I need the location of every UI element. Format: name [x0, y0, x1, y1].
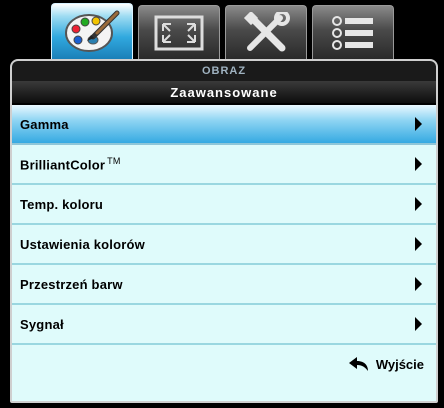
tab-display[interactable]: [138, 5, 220, 59]
tab-options[interactable]: [312, 5, 394, 59]
tab-bar: [51, 3, 394, 59]
section-title: OBRAZ: [12, 61, 436, 81]
trademark-superscript: TM: [107, 155, 121, 166]
menu-item-label: BrilliantColor TM: [20, 155, 121, 173]
page-title: Zaawansowane: [12, 81, 436, 105]
return-arrow-icon: [348, 357, 368, 371]
palette-icon: [65, 10, 120, 52]
menu-item-label: Ustawienia kolorów: [20, 236, 145, 252]
chevron-right-icon: [415, 237, 422, 251]
exit-label: Wyjście: [375, 356, 424, 372]
menu-item-label: Sygnał: [20, 316, 64, 332]
menu-footer: Wyjście: [12, 345, 436, 383]
menu-panel: OBRAZ Zaawansowane Gamma BrilliantColor T…: [10, 59, 438, 403]
tools-icon: [243, 11, 290, 51]
menu-item-color-space[interactable]: Przestrzeń barw: [12, 265, 436, 305]
tab-image[interactable]: [51, 3, 133, 59]
menu-item-color-settings[interactable]: Ustawienia kolorów: [12, 225, 436, 265]
menu-item-label: Gamma: [20, 116, 69, 132]
chevron-right-icon: [415, 277, 422, 291]
resize-icon: [154, 15, 204, 50]
list-icon: [332, 15, 373, 50]
menu-item-label: Temp. koloru: [20, 196, 104, 212]
chevron-right-icon: [415, 317, 422, 331]
chevron-right-icon: [415, 197, 422, 211]
chevron-right-icon: [415, 157, 422, 171]
tab-setup[interactable]: [225, 5, 307, 59]
menu-item-label: Przestrzeń barw: [20, 276, 123, 292]
menu-item-brilliantcolor[interactable]: BrilliantColor TM: [12, 145, 436, 185]
chevron-right-icon: [415, 117, 422, 131]
exit-button[interactable]: Wyjście: [348, 356, 424, 372]
menu-item-gamma[interactable]: Gamma: [12, 105, 436, 145]
menu-item-color-temp[interactable]: Temp. koloru: [12, 185, 436, 225]
menu-item-signal[interactable]: Sygnał: [12, 305, 436, 345]
